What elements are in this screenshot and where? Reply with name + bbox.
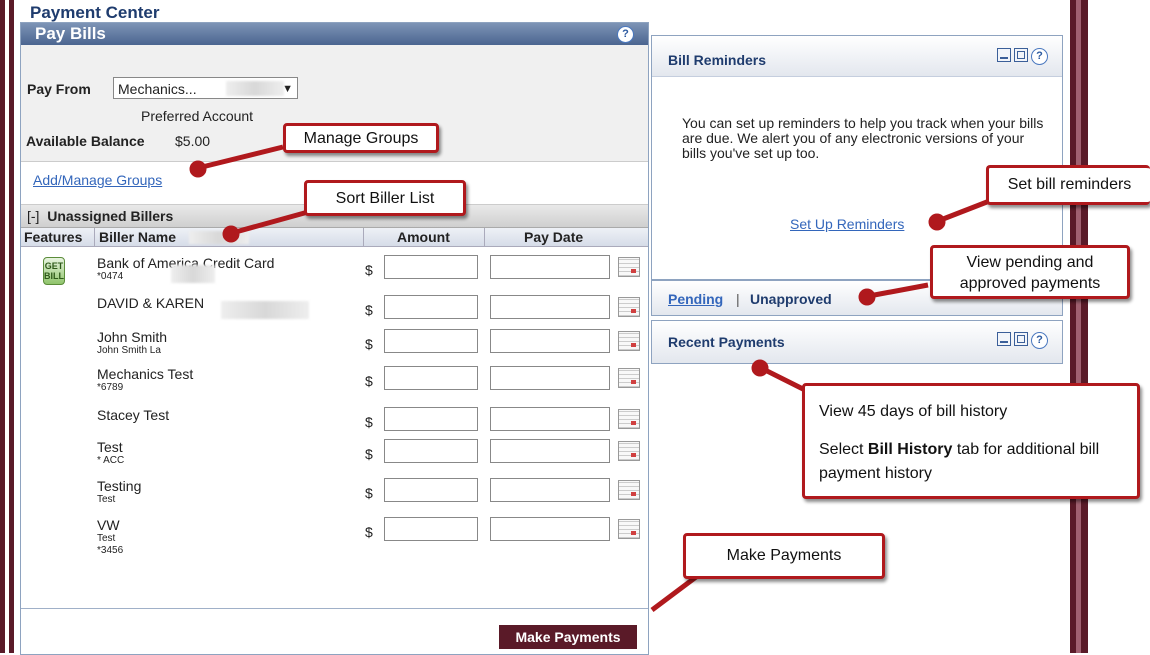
callout-set-bill-reminders: Set bill reminders	[986, 165, 1150, 205]
history-line-2: Select Bill History tab for additional b…	[819, 441, 1100, 482]
callout-bill-history: View 45 days of bill history Select Bill…	[802, 383, 1140, 499]
callout-manage-groups: Manage Groups	[283, 123, 439, 153]
callout-sort-biller-list: Sort Biller List	[304, 180, 466, 216]
callout-make-payments: Make Payments	[683, 533, 885, 579]
callout-pending: View pending and approved payments	[930, 245, 1130, 299]
history-line-1: View 45 days of bill history	[819, 403, 1008, 420]
callout-arrows	[189, 144, 993, 612]
